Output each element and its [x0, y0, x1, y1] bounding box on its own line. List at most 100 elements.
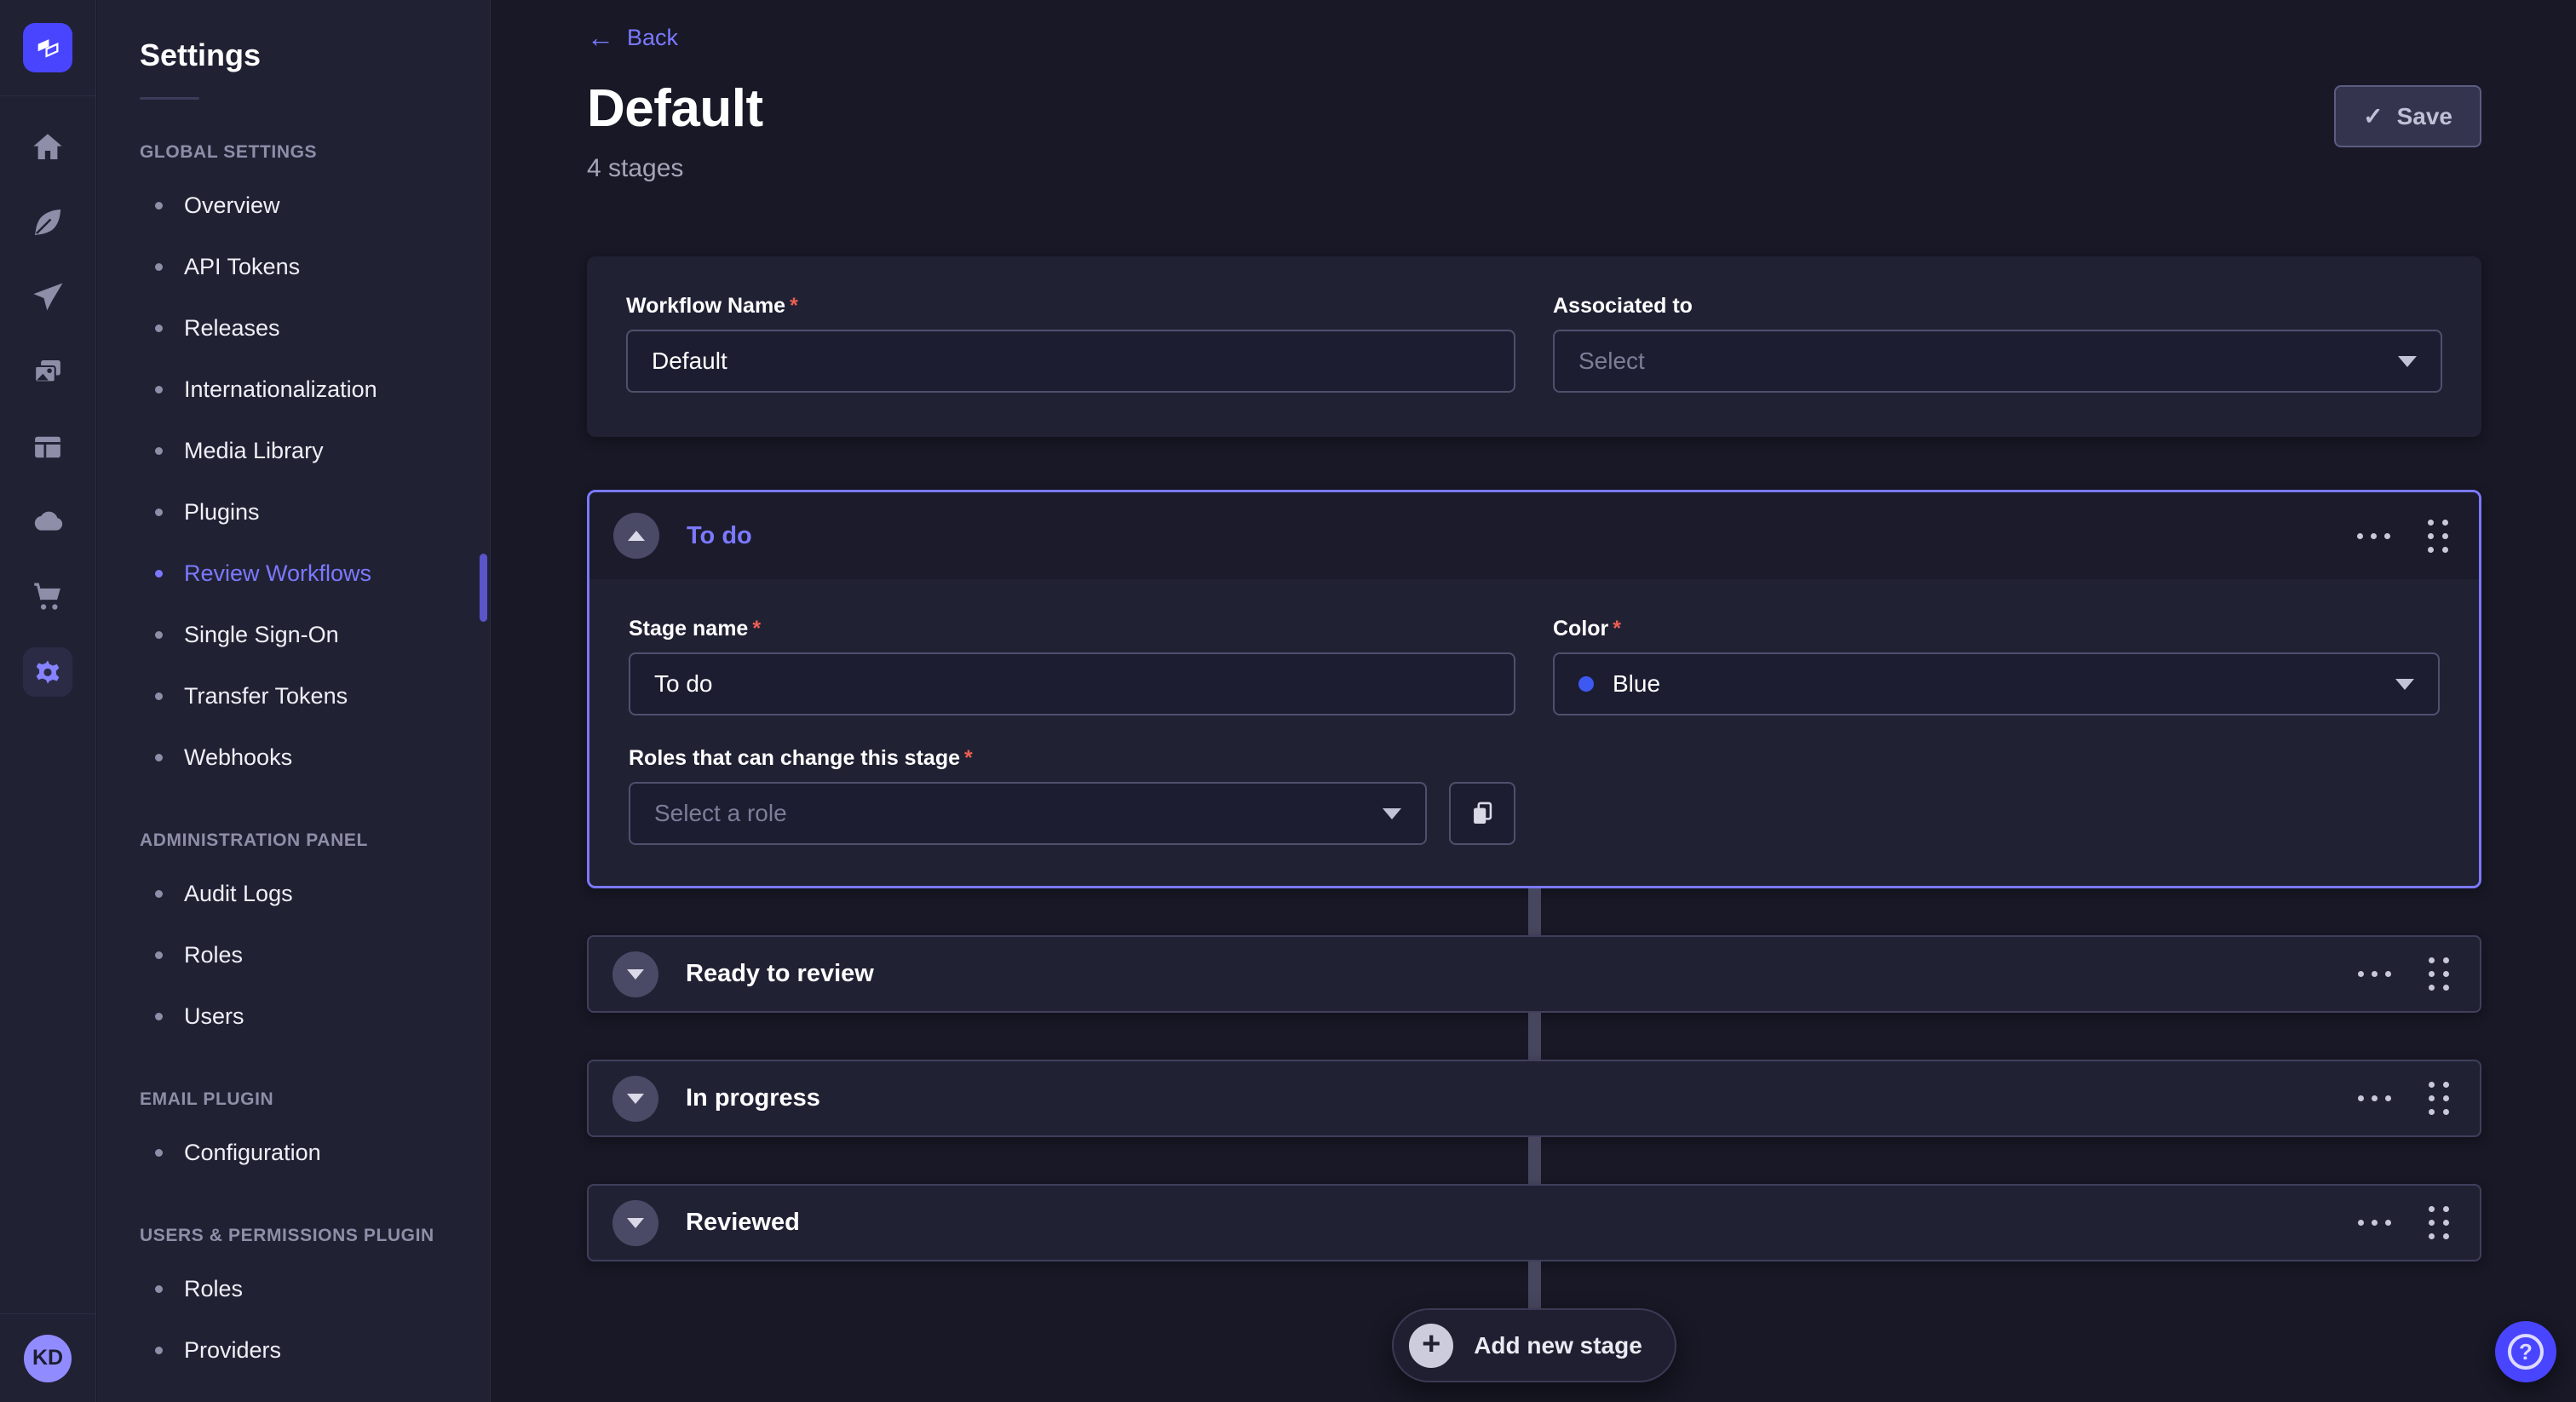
icon-rail: KD: [0, 0, 96, 1402]
drag-handle-icon[interactable]: [2429, 957, 2449, 991]
sidebar-item-releases[interactable]: Releases: [97, 297, 490, 359]
sidebar-item-media-library[interactable]: Media Library: [97, 420, 490, 481]
sidebar-item-audit-logs[interactable]: Audit Logs: [97, 863, 490, 924]
add-new-stage-button[interactable]: + Add new stage: [1392, 1308, 1676, 1382]
stage-row-reviewed[interactable]: Reviewed: [587, 1184, 2481, 1261]
duplicate-stage-button[interactable]: [1449, 782, 1515, 845]
sidebar-item-label: Releases: [184, 315, 280, 342]
associated-to-label: Associated to: [1553, 294, 2442, 319]
content-feather-icon[interactable]: [10, 185, 85, 260]
sidebar-item-label: Single Sign-On: [184, 622, 339, 648]
stage-title: Ready to review: [686, 960, 874, 988]
nav-section-label-users-permissions-plugin: USERS & PERMISSIONS PLUGIN: [140, 1226, 490, 1246]
home-icon[interactable]: [10, 110, 85, 185]
sidebar-item-label: Plugins: [184, 499, 260, 526]
stage-row-ready-to-review[interactable]: Ready to review: [587, 935, 2481, 1013]
main-content: ← Back Default 4 stages ✓ Save Workflow …: [492, 0, 2576, 1402]
sidebar-item-review-workflows[interactable]: Review Workflows: [97, 543, 490, 604]
stage-title: To do: [687, 522, 752, 550]
stage-color-label: Color*: [1553, 617, 2440, 641]
bullet-icon: [155, 263, 163, 271]
add-new-stage-label: Add new stage: [1474, 1332, 1642, 1359]
sidebar-item-plugins[interactable]: Plugins: [97, 481, 490, 543]
sidebar-item-roles[interactable]: Roles: [97, 924, 490, 985]
sidebar-item-label: Roles: [184, 1276, 243, 1302]
rail-footer: KD: [0, 1313, 95, 1402]
marketplace-cart-icon[interactable]: [10, 560, 85, 635]
stage-connector-gap: [587, 1261, 2481, 1308]
stage-roles-placeholder: Select a role: [654, 800, 787, 827]
more-options-icon[interactable]: [2357, 533, 2390, 539]
sidebar-item-api-tokens[interactable]: API Tokens: [97, 236, 490, 297]
stage-roles-select[interactable]: Select a role: [629, 782, 1427, 845]
stage-connector-gap: [587, 888, 2481, 935]
strapi-logo-icon[interactable]: [23, 23, 72, 72]
stage-header-todo[interactable]: To do: [589, 492, 2479, 579]
more-options-icon[interactable]: [2358, 971, 2391, 977]
more-options-icon[interactable]: [2358, 1095, 2391, 1101]
sidebar-item-roles[interactable]: Roles: [97, 1258, 490, 1319]
bullet-icon: [155, 890, 163, 898]
sidebar-item-providers[interactable]: Providers: [97, 1319, 490, 1381]
sidebar-item-label: Transfer Tokens: [184, 683, 348, 710]
bullet-icon: [155, 951, 163, 959]
add-stage-row: + Add new stage: [587, 1308, 2481, 1382]
help-button[interactable]: ?: [2495, 1321, 2556, 1382]
save-label: Save: [2397, 103, 2452, 130]
workflow-name-input[interactable]: Default: [626, 330, 1515, 393]
sidebar-item-transfer-tokens[interactable]: Transfer Tokens: [97, 665, 490, 727]
sidebar-item-label: Webhooks: [184, 744, 292, 771]
collapse-button[interactable]: [613, 513, 659, 559]
check-icon: ✓: [2363, 102, 2383, 130]
workflow-form-card: Workflow Name* Default Associated to Sel…: [587, 256, 2481, 437]
sidebar-item-label: Users: [184, 1003, 244, 1030]
save-button[interactable]: ✓ Save: [2334, 85, 2481, 147]
settings-sidebar: Settings GLOBAL SETTINGSOverviewAPI Toke…: [97, 0, 491, 1402]
sidebar-item-overview[interactable]: Overview: [97, 175, 490, 236]
stage-name-input[interactable]: To do: [629, 652, 1515, 715]
expand-button[interactable]: [612, 1200, 658, 1246]
user-avatar[interactable]: KD: [24, 1335, 72, 1382]
associated-to-select[interactable]: Select: [1553, 330, 2442, 393]
bullet-icon: [155, 570, 163, 577]
stage-connector-line: [1528, 1261, 1541, 1308]
sidebar-item-internationalization[interactable]: Internationalization: [97, 359, 490, 420]
sidebar-scrollbar-thumb[interactable]: [480, 554, 487, 622]
more-options-icon[interactable]: [2358, 1220, 2391, 1226]
settings-gear-icon[interactable]: [10, 635, 85, 710]
associated-to-placeholder: Select: [1578, 348, 1645, 375]
bullet-icon: [155, 1149, 163, 1157]
drag-handle-icon[interactable]: [2429, 1082, 2449, 1115]
expand-button[interactable]: [612, 951, 658, 997]
sidebar-item-label: Overview: [184, 192, 280, 219]
sidebar-item-configuration[interactable]: Configuration: [97, 1122, 490, 1183]
logo-area: [0, 0, 95, 96]
back-arrow-icon: ←: [587, 24, 614, 51]
workflow-name-value: Default: [652, 348, 727, 375]
stage-roles-field: Roles that can change this stage* Select…: [629, 746, 1515, 845]
content-type-builder-icon[interactable]: [10, 410, 85, 485]
sidebar-item-users[interactable]: Users: [97, 985, 490, 1047]
settings-nav-sections: GLOBAL SETTINGSOverviewAPI TokensRelease…: [97, 142, 490, 1381]
cloud-icon[interactable]: [10, 485, 85, 560]
publish-plane-icon[interactable]: [10, 260, 85, 335]
drag-handle-icon[interactable]: [2428, 520, 2448, 553]
stages-list: Ready to review In progress Reviewed: [587, 888, 2481, 1261]
back-link[interactable]: ← Back: [587, 24, 678, 51]
stage-connector-gap: [587, 1137, 2481, 1184]
required-mark: *: [964, 746, 973, 771]
workflow-name-field: Workflow Name* Default: [626, 294, 1515, 393]
sidebar-item-label: API Tokens: [184, 254, 300, 280]
media-library-icon[interactable]: [10, 335, 85, 410]
sidebar-item-webhooks[interactable]: Webhooks: [97, 727, 490, 788]
expand-button[interactable]: [612, 1076, 658, 1122]
title-divider: [140, 97, 199, 100]
drag-handle-icon[interactable]: [2429, 1206, 2449, 1239]
rail-nav: [10, 110, 85, 710]
stage-name-value: To do: [654, 670, 713, 698]
stage-title: Reviewed: [686, 1209, 800, 1237]
stage-color-select[interactable]: Blue: [1553, 652, 2440, 715]
sidebar-item-single-sign-on[interactable]: Single Sign-On: [97, 604, 490, 665]
sidebar-item-label: Roles: [184, 942, 243, 968]
stage-row-in-progress[interactable]: In progress: [587, 1060, 2481, 1137]
